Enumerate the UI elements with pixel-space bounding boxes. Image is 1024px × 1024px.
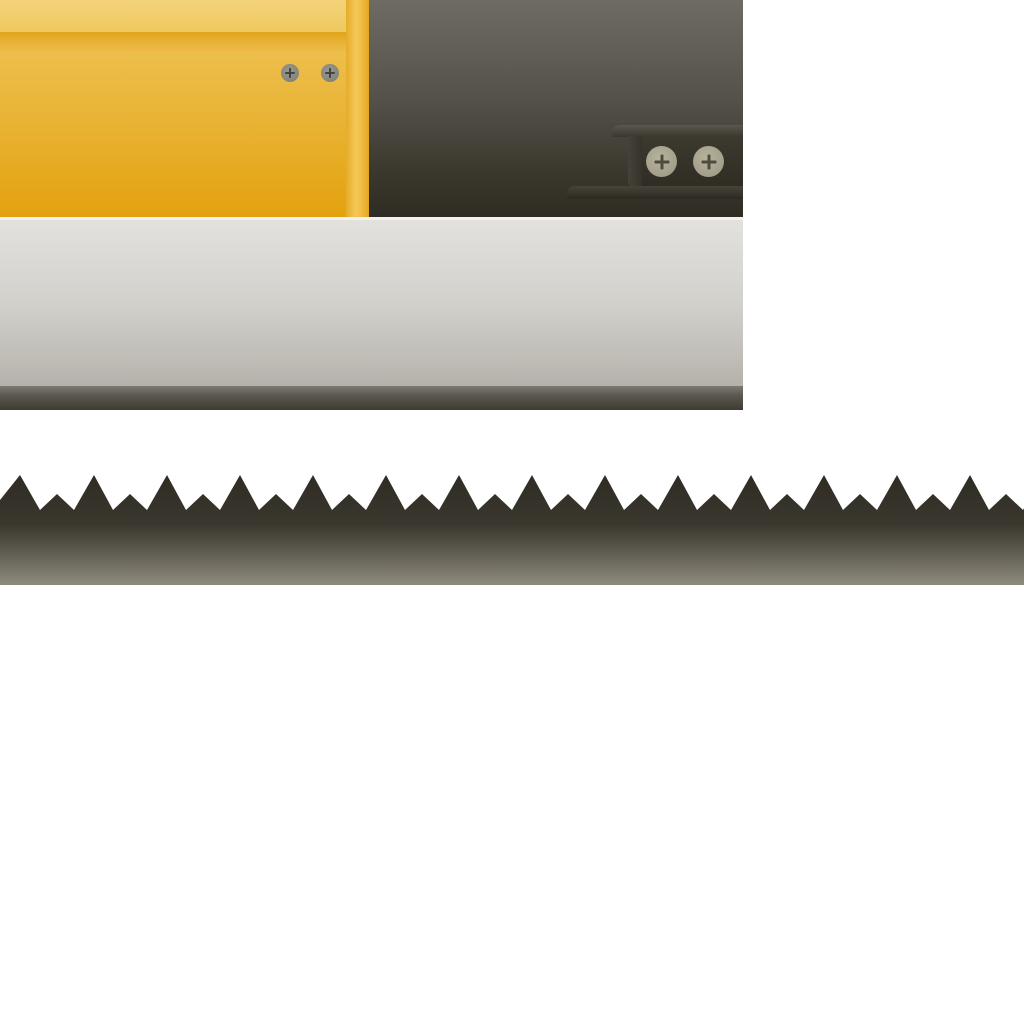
phillips-screw-icon bbox=[646, 146, 677, 177]
grey-rail-highlight bbox=[0, 217, 743, 220]
phillips-screw-icon bbox=[693, 146, 724, 177]
bracket-bottom-flange bbox=[567, 186, 743, 199]
saw-blade bbox=[0, 475, 1024, 585]
phillips-screw-icon bbox=[281, 64, 299, 82]
phillips-screw-icon bbox=[321, 64, 339, 82]
grey-rail bbox=[0, 217, 743, 386]
sprite-canvas bbox=[0, 0, 1024, 1024]
grey-rail-bottom-edge bbox=[0, 386, 743, 410]
yellow-panel-seam bbox=[0, 32, 346, 52]
yellow-panel-edge bbox=[346, 0, 369, 217]
yellow-top-strip bbox=[0, 0, 346, 32]
saw-blade-teeth bbox=[0, 475, 1024, 585]
bracket-web-highlight bbox=[628, 136, 642, 188]
